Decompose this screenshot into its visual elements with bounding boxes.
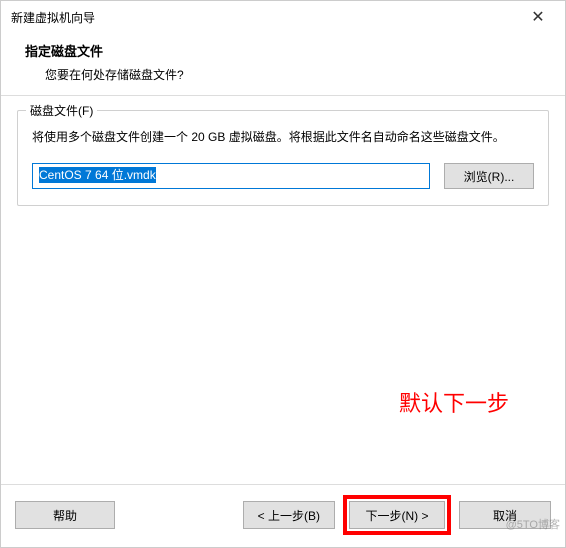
wizard-window: 新建虚拟机向导 ✕ 指定磁盘文件 您要在何处存储磁盘文件? 磁盘文件(F) 将使… [0,0,566,548]
close-icon[interactable]: ✕ [523,7,553,27]
group-description: 将使用多个磁盘文件创建一个 20 GB 虚拟磁盘。将根据此文件名自动命名这些磁盘… [32,127,534,147]
annotation-text: 默认下一步 [399,386,509,418]
next-button[interactable]: 下一步(N) > [349,501,445,529]
disk-file-group: 磁盘文件(F) 将使用多个磁盘文件创建一个 20 GB 虚拟磁盘。将根据此文件名… [17,110,549,206]
wizard-footer: 帮助 < 上一步(B) 下一步(N) > 取消 @5TO博客 [1,484,565,547]
header-heading: 指定磁盘文件 [25,41,565,60]
help-button[interactable]: 帮助 [15,501,115,529]
titlebar: 新建虚拟机向导 ✕ [1,1,565,31]
window-title: 新建虚拟机向导 [11,9,95,26]
file-input-row: CentOS 7 64 位.vmdk 浏览(R)... [32,163,534,189]
wizard-header: 指定磁盘文件 您要在何处存储磁盘文件? [1,31,565,96]
disk-file-input[interactable]: CentOS 7 64 位.vmdk [32,163,430,189]
group-title: 磁盘文件(F) [26,102,97,119]
browse-button[interactable]: 浏览(R)... [444,163,534,189]
cancel-button[interactable]: 取消 [459,501,551,529]
disk-file-value: CentOS 7 64 位.vmdk [39,167,156,183]
wizard-content: 磁盘文件(F) 将使用多个磁盘文件创建一个 20 GB 虚拟磁盘。将根据此文件名… [1,96,565,484]
header-subheading: 您要在何处存储磁盘文件? [45,66,565,83]
next-button-highlight: 下一步(N) > [343,495,451,535]
back-button[interactable]: < 上一步(B) [243,501,335,529]
